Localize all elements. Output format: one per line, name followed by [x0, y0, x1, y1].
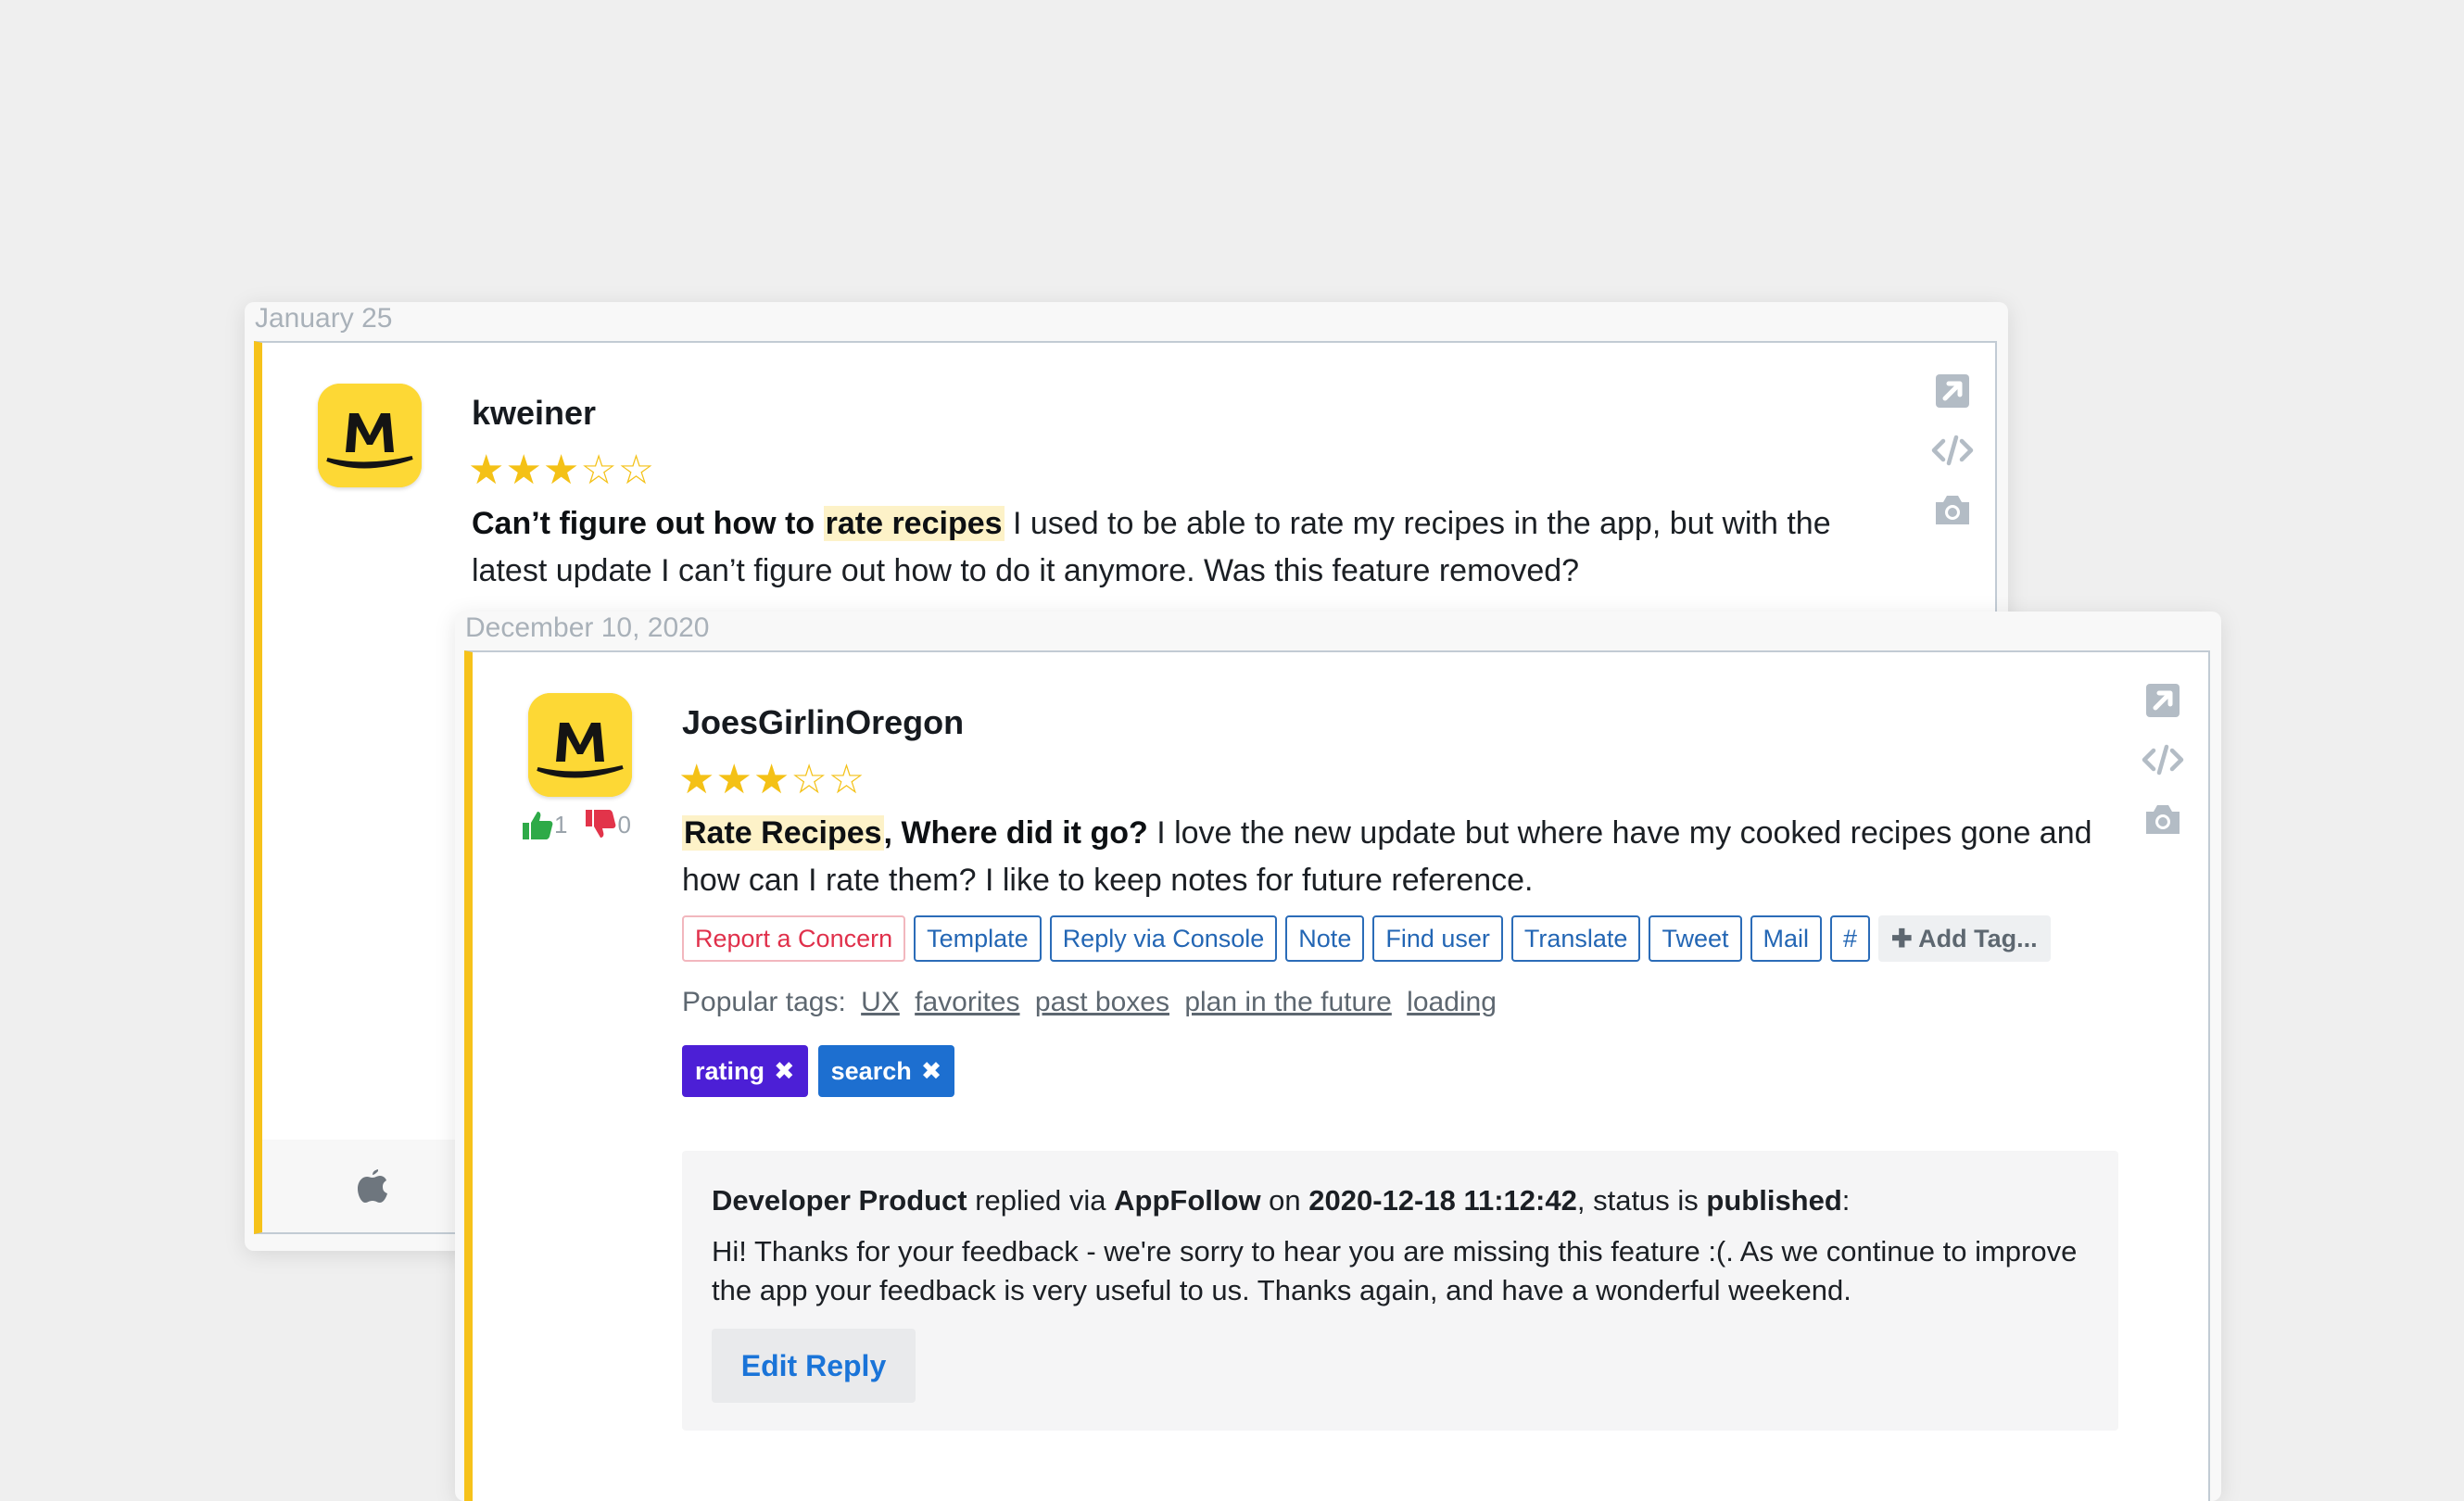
developer-reply: Developer Product replied via AppFollow …	[682, 1151, 2118, 1431]
side-icons	[2141, 678, 2185, 856]
review-date: December 10, 2020	[465, 612, 710, 643]
remove-tag-icon[interactable]: ✖	[921, 1057, 942, 1085]
reply-via-console-button[interactable]: Reply via Console	[1049, 915, 1278, 962]
edit-reply-button[interactable]: Edit Reply	[712, 1329, 916, 1403]
popular-tag-link[interactable]: favorites	[915, 987, 1019, 1017]
review-card-2: December 10, 2020 1 0 JoesGirlinOregon ★…	[455, 612, 2221, 1501]
translate-button[interactable]: Translate	[1510, 915, 1641, 962]
star-rating: ★★★☆☆	[678, 757, 866, 802]
vote-counts: 1 0	[521, 804, 648, 843]
popular-tag-link[interactable]: past boxes	[1035, 987, 1169, 1017]
popular-tag-link[interactable]: plan in the future	[1184, 987, 1392, 1017]
mail-button[interactable]: Mail	[1750, 915, 1823, 962]
app-logo-icon	[318, 384, 422, 487]
review-title: Rate Recipes, Where did it go?	[682, 815, 1148, 851]
camera-icon[interactable]	[1930, 487, 1975, 532]
embed-code-icon[interactable]	[1930, 428, 1975, 473]
tag-chip-rating[interactable]: rating ✖	[682, 1045, 808, 1097]
find-user-button[interactable]: Find user	[1372, 915, 1503, 962]
popular-tag-link[interactable]: UX	[861, 987, 900, 1017]
tweet-button[interactable]: Tweet	[1649, 915, 1742, 962]
embed-code-icon[interactable]	[2141, 738, 2185, 782]
star-rating: ★★★☆☆	[468, 448, 656, 493]
applied-tags: rating ✖ search ✖	[682, 1045, 955, 1097]
username[interactable]: kweiner	[472, 393, 596, 434]
thumbs-up-icon[interactable]	[521, 808, 554, 841]
add-tag-button[interactable]: ✚ Add Tag...	[1878, 915, 2051, 962]
search-highlight: rate recipes	[823, 506, 1005, 541]
username[interactable]: JoesGirlinOregon	[682, 702, 964, 743]
template-button[interactable]: Template	[914, 915, 1042, 962]
side-icons	[1930, 369, 1975, 547]
remove-tag-icon[interactable]: ✖	[774, 1057, 795, 1085]
review-actions: Report a Concern Template Reply via Cons…	[682, 915, 2051, 962]
review-panel: 1 0 JoesGirlinOregon ★★★☆☆ Rate Recipes,…	[464, 650, 2210, 1501]
reply-meta: Developer Product replied via AppFollow …	[712, 1184, 1851, 1217]
review-title: Can’t figure out how to rate recipes	[472, 506, 1005, 541]
review-text: Rate Recipes, Where did it go? I love th…	[682, 810, 2128, 904]
apple-icon	[358, 1169, 387, 1203]
camera-icon[interactable]	[2141, 797, 2185, 841]
app-logo-icon	[528, 693, 632, 797]
note-button[interactable]: Note	[1285, 915, 1365, 962]
search-highlight: Rate Recipes	[682, 815, 884, 851]
tag-chip-search[interactable]: search ✖	[817, 1045, 955, 1097]
thumbs-up-count: 1	[554, 811, 568, 839]
popular-tag-link[interactable]: loading	[1407, 987, 1497, 1017]
open-external-icon[interactable]	[2141, 678, 2185, 723]
popular-tags: Popular tags: UX favorites past boxes pl…	[682, 984, 1497, 1021]
open-external-icon[interactable]	[1930, 369, 1975, 413]
thumbs-down-count: 0	[617, 811, 631, 839]
hashtag-button[interactable]: #	[1830, 915, 1871, 962]
popular-tags-label: Popular tags:	[682, 987, 846, 1017]
thumbs-down-icon[interactable]	[584, 808, 617, 841]
review-text: Can’t figure out how to rate recipes I u…	[472, 500, 1908, 595]
report-concern-button[interactable]: Report a Concern	[682, 915, 906, 962]
review-date: January 25	[255, 303, 393, 334]
reply-text: Hi! Thanks for your feedback - we're sor…	[712, 1235, 2078, 1306]
